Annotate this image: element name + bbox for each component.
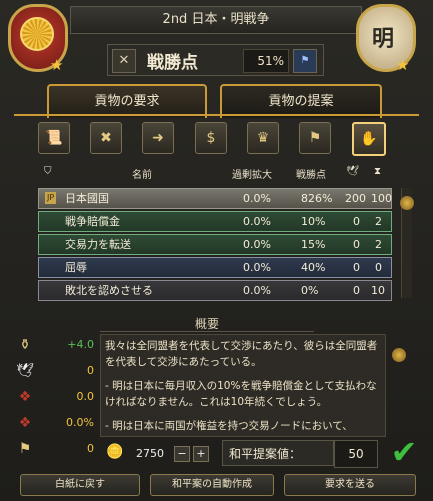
- row-name: 屈辱: [65, 261, 87, 274]
- row-c1: 0: [353, 261, 360, 274]
- row-c2: 10: [371, 284, 385, 297]
- crown-flags-icon[interactable]: ♛: [247, 122, 279, 154]
- window-title: 2nd 日本・明戦争: [70, 6, 362, 34]
- hourglass-icon: ⧗: [374, 166, 382, 177]
- summary-paragraph: - 明は日本に毎月収入の10%を戦争賠償金として支払わなければなりません。これは…: [105, 380, 377, 408]
- war-reparations-icon[interactable]: $: [195, 122, 227, 154]
- side-stat-row: 🕊 0: [10, 360, 94, 382]
- row-warscore: 40%: [301, 261, 326, 274]
- table-header: ⛉ 名前 過剰拡大 戦勝点 🕊 ⧗: [34, 162, 392, 182]
- side-stat-row: ❖ 0.0%: [10, 412, 94, 434]
- warscore-label: 戦勝点: [147, 53, 198, 73]
- table-row[interactable]: 交易力を転送 0.0% 15% 0 2: [38, 234, 392, 255]
- gold-coins-icon: 🪙: [106, 444, 124, 460]
- prestige-medal-icon: ⚱: [19, 337, 31, 353]
- side-stat-value: +4.0: [67, 338, 94, 351]
- chrysanthemum-icon: [20, 17, 54, 51]
- transfer-scroll-icon[interactable]: ➜: [142, 122, 174, 154]
- ming-seal-char: 明: [371, 26, 394, 52]
- row-c2: 2: [375, 215, 382, 228]
- gold-amount: 2750: [136, 447, 164, 460]
- scroll-icon: ⚑: [18, 441, 32, 457]
- tab-offer-tribute[interactable]: 貢物の提案: [220, 84, 382, 118]
- row-c1: 200: [345, 192, 366, 205]
- row-c1: 0: [353, 238, 360, 251]
- table-row[interactable]: 屈辱 0.0% 40% 0 0: [38, 257, 392, 278]
- row-overextension: 0.0%: [243, 261, 271, 274]
- summary-paragraph: - 明は日本に両国が権益を持つ交易ノードにおいて、: [105, 420, 353, 432]
- row-overextension: 0.0%: [243, 238, 271, 251]
- side-stat-value: 0: [87, 364, 94, 377]
- flag-button[interactable]: ⚑: [293, 49, 317, 73]
- summary-paragraph: 我々は全同盟者を代表して交渉にあたり、彼らは全同盟者を代表して交渉にあたっている…: [105, 340, 378, 368]
- country-flag-icon: JP: [45, 192, 57, 204]
- peace-value-label: 和平提案値：: [222, 440, 334, 466]
- accept-check-icon[interactable]: ✔: [384, 434, 424, 470]
- side-stat-row: ⚑ 0: [10, 438, 94, 460]
- col-warscore[interactable]: 戦勝点: [296, 166, 326, 181]
- auto-peace-button[interactable]: 和平案の自動作成: [150, 474, 274, 496]
- summary-heading: 概要: [100, 315, 314, 332]
- star-icon: ★: [396, 56, 410, 74]
- row-name: 交易力を転送: [65, 238, 131, 251]
- broken-flag-icon[interactable]: ⚑: [299, 122, 331, 154]
- row-overextension: 0.0%: [243, 192, 271, 205]
- side-stat-value: 0: [87, 442, 94, 455]
- send-demand-button[interactable]: 要求を送る: [284, 474, 416, 496]
- row-c2: 0: [375, 261, 382, 274]
- humiliate-icon[interactable]: ✋: [352, 122, 386, 156]
- row-c2: 100: [371, 192, 392, 205]
- increase-button[interactable]: +: [193, 446, 209, 462]
- row-warscore: 15%: [301, 238, 326, 251]
- dove-icon: 🕊: [346, 166, 359, 177]
- row-overextension: 0.0%: [243, 284, 271, 297]
- summary-text: 我々は全同盟者を代表して交渉にあたり、彼らは全同盟者を代表して交渉にあたっている…: [100, 334, 386, 437]
- row-name: 敗北を認めさせる: [65, 284, 153, 297]
- crossed-swords-icon: ✕: [112, 49, 136, 73]
- row-name: 戦争賠償金: [65, 215, 120, 228]
- side-stat-value: 0.0%: [66, 416, 94, 429]
- row-overextension: 0.0%: [243, 215, 271, 228]
- row-c1: 0: [353, 284, 360, 297]
- map-icon: ❖: [18, 389, 32, 405]
- peace-value: 50: [334, 440, 378, 468]
- scroll-knob[interactable]: [392, 348, 406, 362]
- claim-scroll-icon[interactable]: 📜: [38, 122, 70, 154]
- table-scrollbar[interactable]: [400, 188, 414, 298]
- region-map-icon: ❖: [18, 415, 32, 431]
- scroll-knob[interactable]: [400, 196, 414, 210]
- row-name: 日本國国: [65, 192, 109, 205]
- shield-icon: ⛉: [44, 166, 52, 177]
- row-warscore: 826%: [301, 192, 333, 205]
- dove-icon: 🕊: [16, 363, 34, 379]
- reset-button[interactable]: 白紙に戻す: [20, 474, 140, 496]
- side-stat-row: ⚱ +4.0: [10, 334, 94, 356]
- row-warscore: 10%: [301, 215, 326, 228]
- col-name[interactable]: 名前: [132, 166, 152, 181]
- star-icon: ★: [50, 56, 64, 74]
- col-overextension[interactable]: 過剰拡大: [232, 166, 272, 181]
- tab-demand-tribute[interactable]: 貢物の要求: [47, 84, 207, 118]
- row-c2: 2: [375, 238, 382, 251]
- row-warscore: 0%: [301, 284, 319, 297]
- table-row[interactable]: JP 日本國国 0.0% 826% 200 100: [38, 188, 392, 209]
- cancel-scroll-icon[interactable]: ✖: [90, 122, 122, 154]
- row-c1: 0: [353, 215, 360, 228]
- warscore-box: [107, 44, 324, 76]
- decrease-button[interactable]: −: [174, 446, 190, 462]
- side-stat-row: ❖ 0.0: [10, 386, 94, 408]
- side-stat-value: 0.0: [76, 390, 95, 403]
- summary-scrollbar[interactable]: [392, 336, 406, 436]
- tab-divider: [14, 114, 419, 116]
- table-row[interactable]: 敗北を認めさせる 0.0% 0% 0 10: [38, 280, 392, 301]
- warscore-value: 51%: [243, 49, 289, 73]
- table-row[interactable]: 戦争賠償金 0.0% 10% 0 2: [38, 211, 392, 232]
